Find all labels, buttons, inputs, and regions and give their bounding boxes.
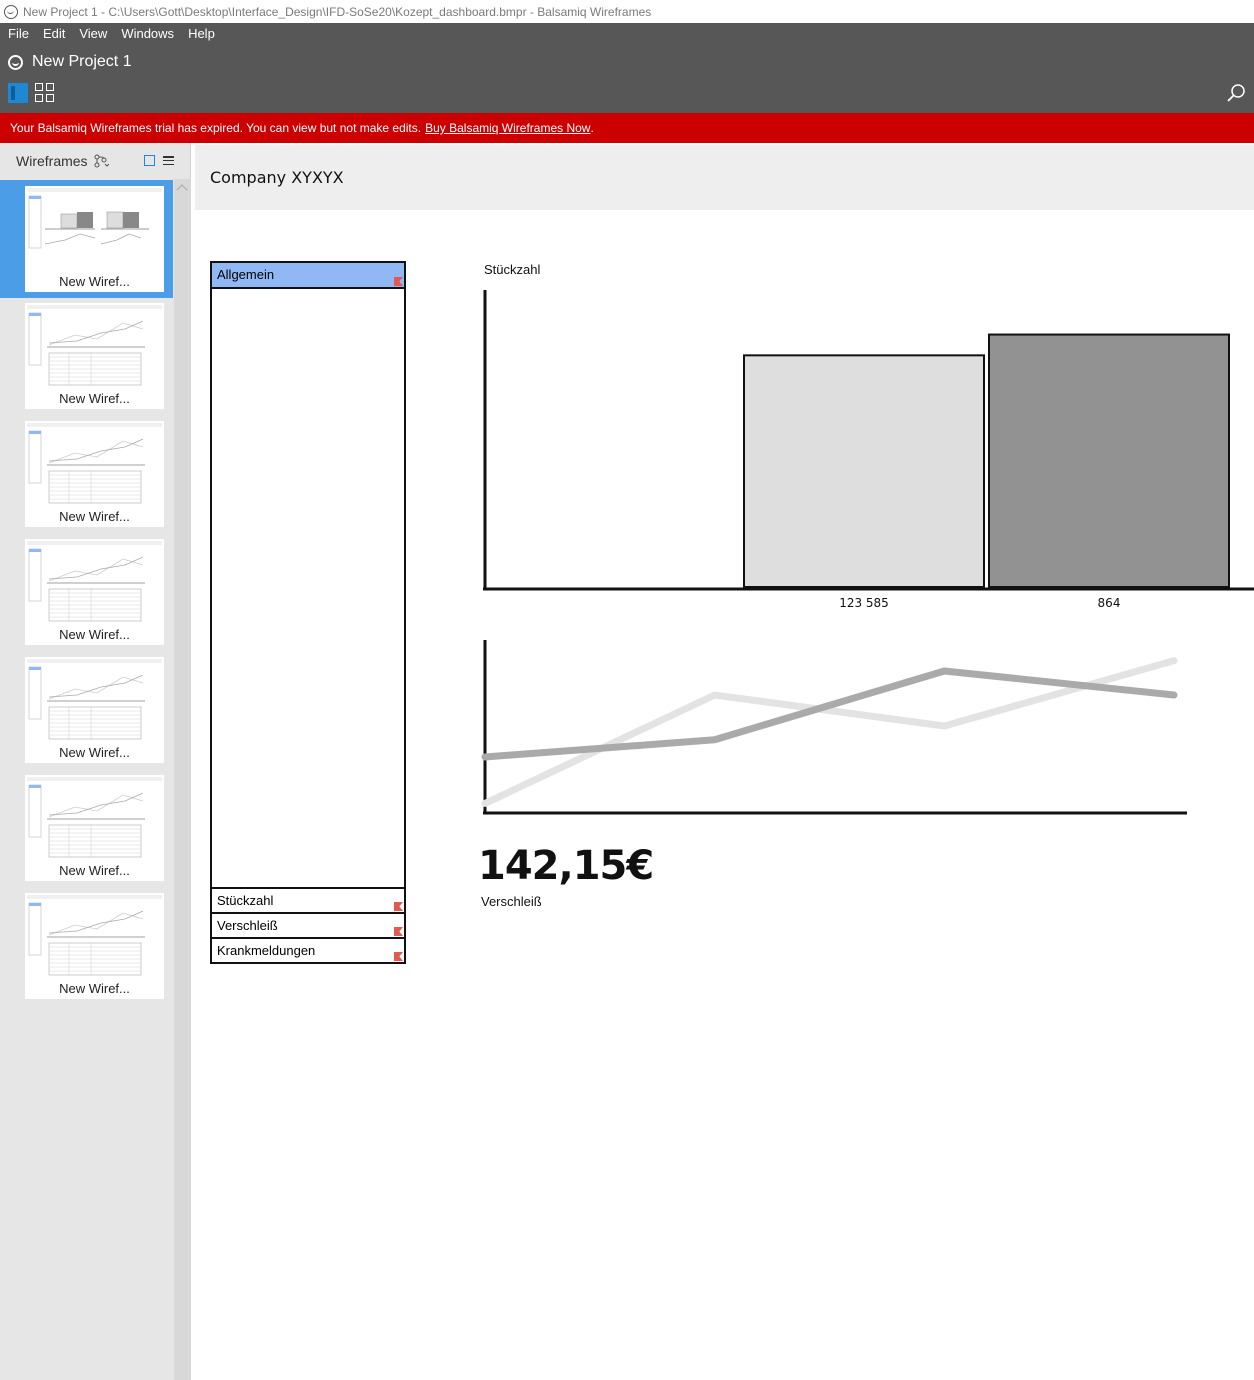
- flag-icon: [394, 927, 403, 936]
- bar-1: [988, 333, 1230, 588]
- wireframes-sidebar: Wireframes New Wiref... New Wiref... New W…: [0, 143, 191, 1380]
- wireframe-thumbnail[interactable]: New Wiref...: [25, 775, 164, 881]
- wireframe-thumbnail-selected[interactable]: New Wiref...: [0, 180, 173, 298]
- title-bar: New Project 1 - C:\Users\Gott\Desktop\In…: [0, 0, 1254, 23]
- view-mode-buttons: [8, 83, 55, 103]
- thumbnail-miniature: [27, 659, 162, 740]
- flag-icon: [394, 902, 403, 911]
- thumbnail-miniature: [27, 305, 162, 386]
- menu-help[interactable]: Help: [181, 26, 222, 41]
- accordion-item-label: Verschleiß: [217, 918, 278, 933]
- thumbnail-label: New Wiref...: [59, 391, 130, 406]
- window-title: New Project 1 - C:\Users\Gott\Desktop\In…: [23, 4, 652, 19]
- flag-icon: [394, 952, 403, 961]
- scroll-up-icon[interactable]: [176, 184, 188, 196]
- project-name[interactable]: New Project 1: [32, 53, 132, 71]
- banner-message: Your Balsamiq Wireframes trial has expir…: [10, 121, 422, 135]
- buy-now-link[interactable]: Buy Balsamiq Wireframes Now: [425, 121, 590, 135]
- project-icon: [8, 54, 23, 70]
- bar-chart-ylabel: Stückzahl: [484, 262, 540, 277]
- accordion-item-stueckzahl[interactable]: Stückzahl: [210, 887, 406, 914]
- menu-file[interactable]: File: [0, 26, 36, 41]
- thumbnail-miniature: [27, 423, 162, 504]
- branch-icon[interactable]: [93, 154, 109, 168]
- app-header: File Edit View Windows Help New Project …: [0, 23, 1254, 113]
- wireframe-thumbnail[interactable]: New Wiref...: [25, 421, 164, 527]
- accordion-item-label: Krankmeldungen: [217, 943, 316, 958]
- bar-category-label: 123 585: [839, 596, 889, 610]
- wireframe-canvas: Company XYXYX Allgemein Stückzahl Versch…: [192, 143, 1254, 1380]
- thumbnail-label: New Wiref...: [59, 981, 130, 996]
- sidebar-scrollbar[interactable]: [174, 179, 191, 1380]
- thumbnail-miniature: [27, 541, 162, 622]
- wireframe-thumbnail[interactable]: New Wiref...: [25, 893, 164, 999]
- thumbnail-miniature: [27, 777, 162, 858]
- thumbnail-label: New Wiref...: [59, 745, 130, 760]
- thumbnail-miniature: [27, 895, 162, 976]
- thumbnail-view-icon[interactable]: [144, 155, 155, 166]
- accordion-item-label: Stückzahl: [217, 893, 274, 908]
- wireframe-thumbnail[interactable]: New Wiref...: [25, 657, 164, 763]
- accordion-item-verschleiss[interactable]: Verschleiß: [210, 912, 406, 939]
- kpi-value: 142,15€: [478, 843, 654, 889]
- banner-suffix: .: [590, 121, 594, 135]
- single-view-icon[interactable]: [8, 83, 28, 103]
- list-view-icon[interactable]: [163, 155, 174, 166]
- thumbnail-label: New Wiref...: [59, 627, 130, 642]
- sidebar-header: Wireframes: [0, 143, 191, 179]
- thumbnail-preview: New Wiref...: [25, 186, 164, 292]
- menu-windows[interactable]: Windows: [114, 26, 181, 41]
- bar-category-label: 864: [1098, 596, 1121, 610]
- wireframe-thumbnail[interactable]: New Wiref...: [25, 539, 164, 645]
- kpi-label: Verschleiß: [481, 894, 542, 909]
- thumbnail-label: New Wiref...: [59, 274, 130, 289]
- grid-view-icon[interactable]: [35, 83, 55, 103]
- wireframe-thumbnail[interactable]: New Wiref...: [25, 303, 164, 409]
- bar-0: [743, 354, 985, 588]
- thumbnail-label: New Wiref...: [59, 509, 130, 524]
- trial-expired-banner: Your Balsamiq Wireframes trial has expir…: [0, 113, 1254, 143]
- menu-bar: File Edit View Windows Help: [0, 23, 222, 43]
- accordion-item-krankmeldungen[interactable]: Krankmeldungen: [210, 937, 406, 964]
- project-title-row: New Project 1: [8, 53, 132, 71]
- thumbnail-miniature: [27, 188, 162, 249]
- balsamiq-app-icon: [4, 4, 18, 19]
- search-icon[interactable]: [1226, 83, 1246, 103]
- menu-view[interactable]: View: [72, 26, 114, 41]
- menu-edit[interactable]: Edit: [36, 26, 72, 41]
- thumbnail-label: New Wiref...: [59, 863, 130, 878]
- sidebar-title: Wireframes: [16, 153, 88, 169]
- charts-layer: Stückzahl 123 585 864: [481, 262, 1254, 815]
